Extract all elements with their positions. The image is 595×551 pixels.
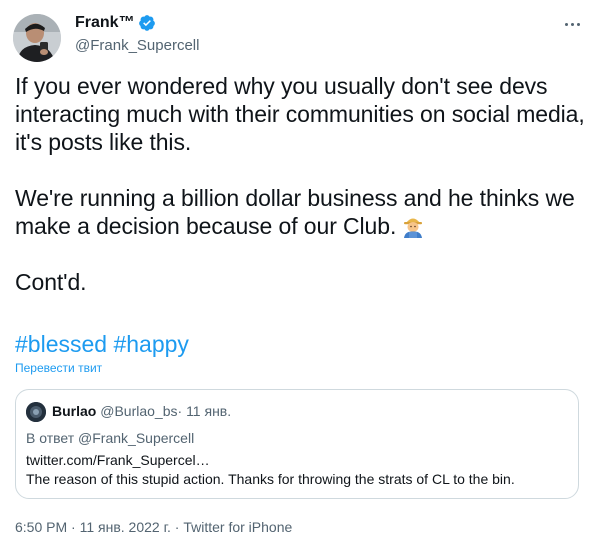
tweet-paragraph-3: Cont'd.: [15, 269, 87, 295]
hashtag-happy[interactable]: #happy: [113, 331, 188, 357]
quoted-handle[interactable]: @Burlao_bs: [100, 403, 177, 419]
author-display-name[interactable]: Frank™: [75, 14, 135, 32]
reply-to-mention[interactable]: @Frank_Supercell: [78, 430, 194, 446]
quoted-link[interactable]: twitter.com/Frank_Supercel…: [26, 452, 210, 468]
tweet-paragraph-2: We're running a billion dollar business …: [15, 184, 585, 240]
tweet-source[interactable]: Twitter for iPhone: [183, 519, 292, 535]
quoted-display-name[interactable]: Burlao: [52, 403, 96, 419]
verified-badge-icon: [138, 15, 155, 31]
tweet: Frank™ @Frank_Supercell If you ever wond…: [0, 0, 595, 551]
author-handle[interactable]: @Frank_Supercell: [75, 37, 199, 54]
meta-separator: ·: [71, 519, 76, 535]
author-avatar[interactable]: [13, 14, 61, 62]
reply-prefix: В ответ: [26, 430, 75, 446]
quoted-author-avatar[interactable]: [26, 402, 46, 422]
quoted-reply-context: В ответ @Frank_Supercell: [26, 430, 194, 446]
tweet-date[interactable]: 11 янв. 2022 г.: [80, 519, 171, 535]
tweet-paragraph-2-text: We're running a billion dollar business …: [15, 185, 575, 239]
quoted-text: The reason of this stupid action. Thanks…: [26, 471, 515, 487]
tweet-paragraph-1: If you ever wondered why you usually don…: [15, 73, 585, 155]
meta-separator-2: ·: [174, 519, 180, 535]
translate-tweet-link[interactable]: Перевести твит: [15, 361, 102, 375]
author-name-row: Frank™: [75, 14, 156, 32]
quoted-separator: ·: [177, 403, 183, 419]
hashtags: #blessed #happy: [15, 330, 189, 358]
tweet-text: If you ever wondered why you usually don…: [15, 72, 585, 296]
quoted-header: Burlao @Burlao_bs· 11 янв.: [52, 403, 231, 419]
quoted-avatar-image: [26, 402, 46, 422]
farmer-emoji-icon: [404, 218, 423, 238]
more-horizontal-icon: [564, 22, 568, 26]
tweet-metadata: 6:50 PM · 11 янв. 2022 г. · Twitter for …: [15, 519, 292, 535]
tweet-time[interactable]: 6:50 PM: [15, 519, 67, 535]
hashtag-blessed[interactable]: #blessed: [15, 331, 107, 357]
avatar-image: [13, 14, 61, 62]
quoted-date[interactable]: 11 янв.: [186, 403, 231, 419]
more-options-button[interactable]: [560, 12, 584, 36]
quoted-tweet[interactable]: Burlao @Burlao_bs· 11 янв. В ответ @Fran…: [15, 389, 579, 499]
